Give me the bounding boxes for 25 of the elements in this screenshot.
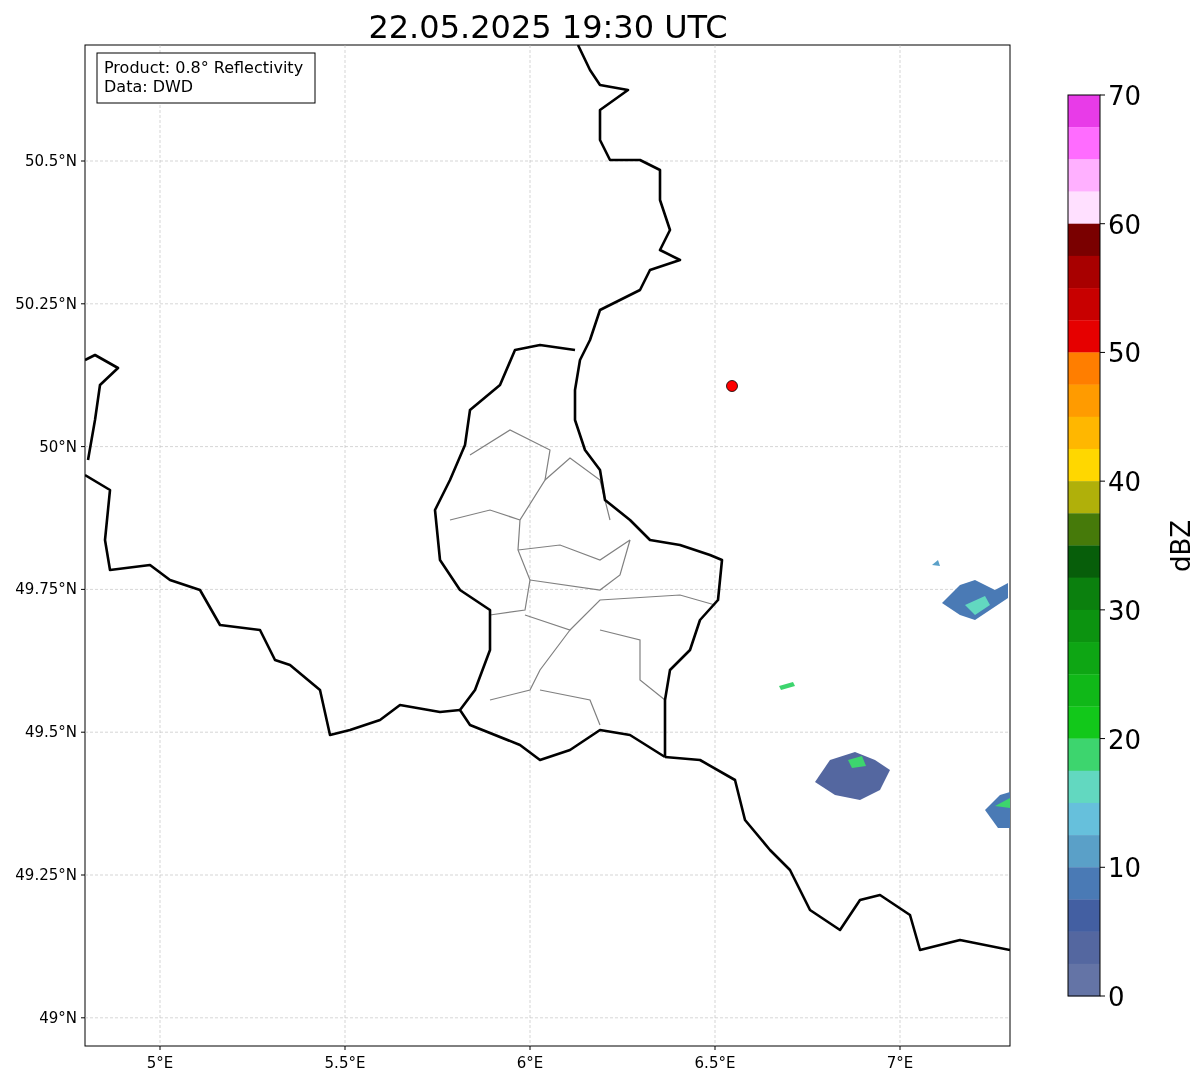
location-marker [726, 380, 738, 392]
y-tick-label: 50.5°N [24, 152, 77, 170]
colorbar-tick-label: 20 [1108, 724, 1142, 755]
y-tick-label: 49.25°N [15, 866, 77, 884]
x-tick-label: 6°E [516, 1054, 544, 1072]
colorbar-tick-label: 60 [1108, 209, 1142, 240]
colorbar-tick-label: 30 [1108, 595, 1142, 626]
colorbar-label: dBZ [1166, 519, 1196, 573]
info-text: Product: 0.8° Reflectivity [104, 58, 304, 77]
y-tick-label: 50.25°N [15, 294, 77, 313]
colorbar-tick-label: 50 [1108, 338, 1142, 369]
colorbar-tick-label: 40 [1108, 467, 1142, 498]
x-tick-label: 5.5°E [324, 1054, 366, 1072]
info-text: Data: DWD [104, 77, 194, 96]
x-tick-label: 7°E [886, 1054, 914, 1072]
x-tick-label: 5°E [146, 1054, 174, 1072]
y-tick-label: 50°N [39, 437, 77, 456]
colorbar-tick-label: 10 [1108, 853, 1142, 884]
y-tick-label: 49°N [39, 1008, 77, 1027]
colorbar-tick-label: 70 [1108, 81, 1142, 111]
y-tick-label: 49.5°N [24, 723, 77, 742]
plot-title: 22.05.2025 19:30 UTC [368, 8, 728, 46]
colorbar-tick-label: 0 [1108, 982, 1125, 1012]
y-tick-label: 49.75°N [15, 580, 77, 599]
x-tick-label: 6.5°E [694, 1054, 736, 1072]
